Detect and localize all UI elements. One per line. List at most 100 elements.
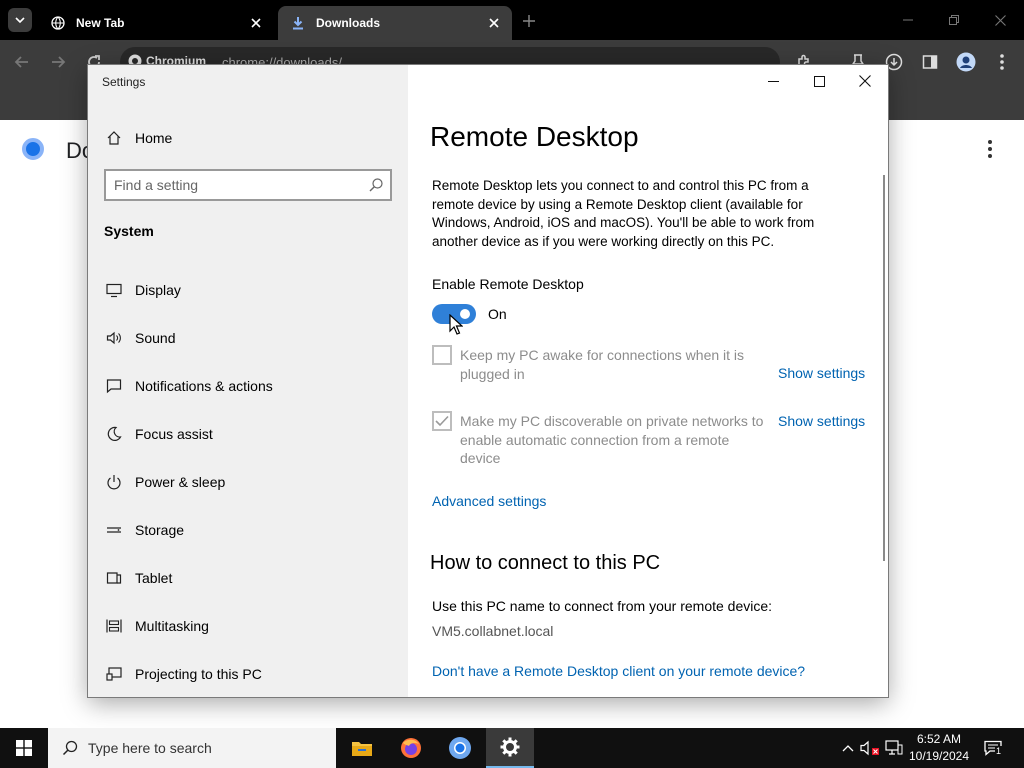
keep-awake-label: Keep my PC awake for connections when it… [460, 347, 745, 382]
clock-date: 10/19/2024 [908, 749, 970, 763]
find-setting-search[interactable] [104, 169, 392, 201]
globe-icon [50, 15, 66, 31]
advanced-settings-link[interactable]: Advanced settings [432, 493, 546, 509]
tab-search-button[interactable] [8, 8, 32, 32]
notification-icon [104, 376, 124, 396]
toggle-state-label: On [488, 306, 507, 322]
scrollbar[interactable] [883, 175, 885, 561]
action-center-button[interactable]: 1 [983, 738, 1003, 758]
sidebar-item-notifications[interactable]: Notifications & actions [88, 366, 408, 406]
browser-menu-button[interactable] [992, 52, 1012, 72]
search-icon [369, 178, 383, 192]
projector-icon [104, 664, 124, 684]
page-title: Remote Desktop [430, 121, 639, 152]
forward-button[interactable] [48, 52, 68, 72]
back-button[interactable] [12, 52, 32, 72]
firefox-icon [401, 738, 421, 758]
taskbar-clock[interactable]: 6:52 AM 10/19/2024 [904, 731, 974, 765]
windows-logo-icon [16, 740, 32, 756]
close-tab-icon[interactable] [486, 15, 502, 31]
settings-window: Settings Home System Display Sound [88, 65, 888, 697]
avatar-icon [956, 52, 976, 72]
sidebar-item-label: Display [135, 282, 181, 298]
minimize-icon [903, 19, 913, 21]
taskbar-app-firefox[interactable] [387, 728, 435, 768]
browser-tab-strip: New Tab Downloads [0, 0, 1024, 40]
discoverable-checkbox[interactable] [432, 411, 452, 431]
network-button[interactable] [884, 738, 904, 758]
sidebar-item-label: Projecting to this PC [135, 666, 262, 682]
maximize-button[interactable] [796, 65, 842, 97]
network-icon [885, 740, 903, 755]
sidebar-item-display[interactable]: Display [88, 270, 408, 310]
show-hidden-icons-button[interactable] [838, 738, 858, 758]
taskbar-app-settings[interactable] [486, 728, 534, 768]
keep-awake-checkbox[interactable] [432, 345, 452, 365]
description-text: Remote Desktop lets you connect to and c… [432, 178, 815, 249]
file-explorer-icon [352, 742, 372, 756]
sidebar-item-tablet[interactable]: Tablet [88, 558, 408, 598]
pc-name-label: Use this PC name to connect from your re… [432, 598, 773, 614]
download-icon [290, 15, 306, 31]
discoverable-show-settings-link[interactable]: Show settings [778, 413, 865, 429]
sidebar-item-projecting[interactable]: Projecting to this PC [88, 654, 408, 694]
speaker-muted-icon [860, 740, 879, 756]
search-icon [60, 738, 80, 758]
tab-new-tab[interactable]: New Tab [38, 6, 274, 40]
restore-icon [949, 15, 959, 25]
profile-button[interactable] [956, 52, 976, 72]
sidebar-item-power-sleep[interactable]: Power & sleep [88, 462, 408, 502]
browser-minimize-button[interactable] [898, 10, 918, 30]
remote-desktop-panel: Remote Desktop Remote Desktop lets you c… [408, 65, 888, 697]
sidebar-item-label: Home [135, 130, 173, 146]
side-panel-button[interactable] [920, 52, 940, 72]
chevron-up-icon [842, 745, 854, 752]
start-button[interactable] [0, 728, 48, 768]
tab-downloads[interactable]: Downloads [278, 6, 512, 40]
sidebar-item-label: Multitasking [135, 618, 209, 634]
browser-close-button[interactable] [990, 10, 1010, 30]
home-icon [104, 128, 124, 148]
taskbar-search-input[interactable] [88, 740, 328, 756]
sidebar-item-storage[interactable]: Storage [88, 510, 408, 550]
arrow-left-icon [14, 56, 28, 68]
minimize-button[interactable] [750, 65, 796, 97]
sidebar-item-focus-assist[interactable]: Focus assist [88, 414, 408, 454]
close-icon [994, 14, 1006, 26]
multitasking-icon [104, 616, 124, 636]
moon-icon [104, 424, 124, 444]
sidebar-item-multitasking[interactable]: Multitasking [88, 606, 408, 646]
sidebar-item-label: Tablet [135, 570, 173, 586]
close-tab-icon[interactable] [248, 15, 264, 31]
section-heading: System [104, 223, 154, 239]
tablet-icon [104, 568, 124, 588]
taskbar-search-box[interactable] [48, 728, 336, 768]
page-menu-button[interactable] [983, 140, 997, 158]
sidebar-item-home[interactable]: Home [88, 118, 408, 158]
mouse-cursor-icon [449, 314, 463, 335]
clock-time: 6:52 AM [916, 732, 962, 746]
how-to-connect-heading: How to connect to this PC [430, 552, 661, 574]
monitor-icon [104, 280, 124, 300]
settings-gear-icon [500, 737, 520, 757]
kebab-menu-icon [1000, 54, 1004, 70]
sidebar-item-label: Focus assist [135, 426, 213, 442]
get-client-link[interactable]: Don't have a Remote Desktop client on yo… [432, 663, 805, 679]
tab-title: Downloads [316, 16, 381, 30]
enable-remote-desktop-label: Enable Remote Desktop [432, 276, 584, 292]
sidebar-item-label: Notifications & actions [135, 378, 273, 394]
search-input[interactable] [114, 175, 360, 195]
sidebar-item-sound[interactable]: Sound [88, 318, 408, 358]
chromium-logo-icon [22, 138, 44, 160]
taskbar-app-file-explorer[interactable] [338, 728, 386, 768]
close-button[interactable] [842, 65, 888, 97]
arrow-right-icon [52, 56, 66, 68]
settings-sidebar: Settings Home System Display Sound [88, 65, 408, 697]
sidebar-item-label: Storage [135, 522, 185, 538]
keep-awake-show-settings-link[interactable]: Show settings [778, 365, 865, 381]
browser-restore-button[interactable] [944, 10, 964, 30]
new-tab-button[interactable] [520, 12, 538, 30]
minimize-icon [767, 80, 779, 82]
volume-muted-button[interactable] [860, 738, 880, 758]
taskbar-app-chromium[interactable] [436, 728, 484, 768]
